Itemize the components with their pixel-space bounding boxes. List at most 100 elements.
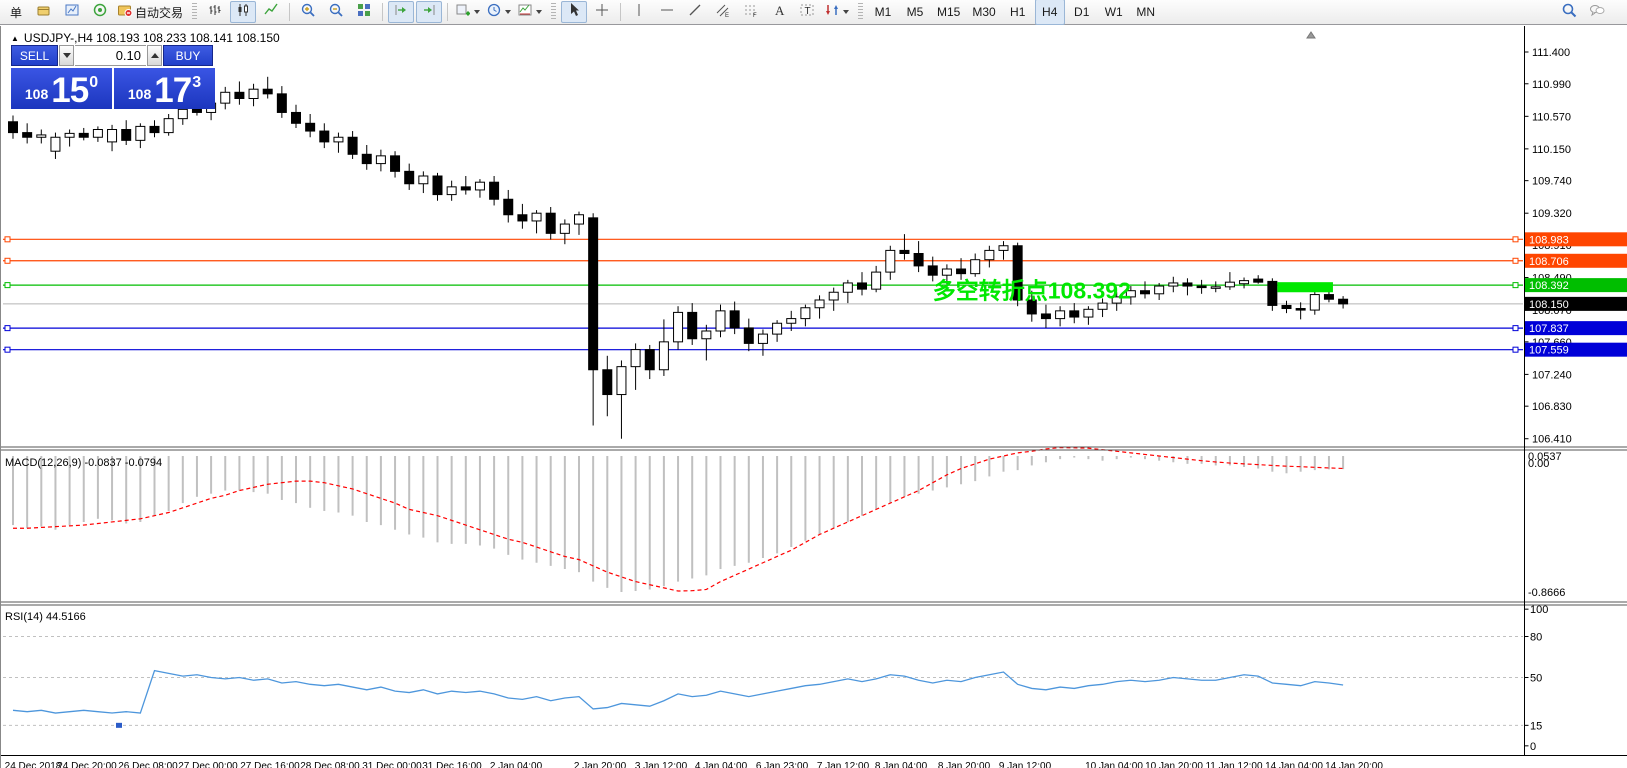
- line-handle[interactable]: [1513, 258, 1518, 263]
- line-handle[interactable]: [1513, 326, 1518, 331]
- line-handle[interactable]: [5, 326, 10, 331]
- toolbar-grip[interactable]: [551, 3, 556, 21]
- volume-increase-button[interactable]: [147, 45, 162, 66]
- volume-decrease-button[interactable]: [59, 45, 74, 66]
- chevron-down-icon[interactable]: [474, 10, 480, 14]
- time-tick-label: 26 Dec 08:00: [118, 761, 178, 768]
- timeframe-h1[interactable]: H1: [1003, 0, 1033, 25]
- chevron-down-icon[interactable]: [505, 10, 511, 14]
- candle-body: [93, 130, 102, 138]
- auto-scroll-button[interactable]: [388, 1, 414, 23]
- time-axis[interactable]: 24 Dec 201824 Dec 20:0026 Dec 08:0027 De…: [5, 761, 1384, 768]
- chart-canvas[interactable]: 多空转折点108.392MACD(12,26,9) -0.0837 -0.079…: [1, 26, 1627, 768]
- toolbar-grip[interactable]: [858, 3, 863, 21]
- equidistant-channel-button[interactable]: E: [710, 1, 736, 23]
- svg-text:E: E: [725, 13, 729, 18]
- line-handle[interactable]: [5, 347, 10, 352]
- timeframe-m15-label: M15: [937, 5, 960, 19]
- timeframe-mn[interactable]: MN: [1131, 0, 1161, 25]
- text-button[interactable]: A: [766, 1, 792, 23]
- chevron-down-icon[interactable]: [843, 10, 849, 14]
- chevron-down-icon[interactable]: [536, 10, 542, 14]
- candle-body: [108, 130, 117, 142]
- buy-button[interactable]: BUY: [163, 45, 213, 66]
- crosshair-button[interactable]: [589, 1, 615, 23]
- buy-price-box[interactable]: 108173: [114, 68, 215, 109]
- price-axis[interactable]: 111.400110.990110.570110.150109.740109.3…: [1525, 26, 1572, 756]
- chart-shift-button[interactable]: [416, 1, 442, 23]
- candle-body: [348, 137, 357, 154]
- rsi-level-handle[interactable]: [116, 723, 122, 728]
- bar-chart-button[interactable]: [202, 1, 228, 23]
- candle-body: [787, 319, 796, 324]
- price-tick-label: 106.410: [1532, 434, 1572, 446]
- sell-button[interactable]: SELL: [11, 45, 58, 66]
- turning-point-annotation[interactable]: 多空转折点108.392: [933, 277, 1131, 303]
- macd-scale-zero: 0.00: [1528, 458, 1549, 470]
- one-click-collapse-icon[interactable]: ▲: [11, 34, 19, 43]
- timeframe-m5[interactable]: M5: [900, 0, 930, 25]
- autotrading-button[interactable]: 自动交易: [115, 1, 185, 23]
- clock-icon: [486, 2, 502, 23]
- timeframe-h4[interactable]: H4: [1035, 0, 1065, 25]
- cursor-button[interactable]: [561, 1, 587, 23]
- candle-body: [971, 260, 980, 274]
- highlight-rectangle[interactable]: [1277, 282, 1333, 292]
- text-label-button[interactable]: T: [794, 1, 820, 23]
- candle-body: [985, 250, 994, 259]
- volume-input[interactable]: [75, 45, 146, 66]
- annotations-layer[interactable]: 多空转折点108.392: [933, 32, 1333, 303]
- candle-body: [575, 215, 584, 224]
- price-tick-label: 109.740: [1532, 176, 1572, 188]
- chart-window-button[interactable]: [59, 1, 85, 23]
- timeframe-w1[interactable]: W1: [1099, 0, 1129, 25]
- horizontal-line-button[interactable]: [654, 1, 680, 23]
- candle-body: [801, 308, 810, 319]
- periods-button[interactable]: [484, 1, 513, 23]
- toolbar-grip[interactable]: [192, 3, 197, 21]
- timeframe-mn-label: MN: [1136, 5, 1155, 19]
- timeframe-m15[interactable]: M15: [932, 0, 965, 25]
- rsi-tick-label: 50: [1530, 673, 1542, 685]
- zoom-out-button[interactable]: [323, 1, 349, 23]
- candle-body: [999, 246, 1008, 251]
- triangle-down-icon: [63, 53, 71, 58]
- timeframe-m30[interactable]: M30: [967, 0, 1000, 25]
- rsi-panel: RSI(14) 44.5166: [3, 611, 1523, 728]
- panel-separators[interactable]: [1, 447, 1627, 756]
- fibonacci-button[interactable]: F: [738, 1, 764, 23]
- candlestick-chart-button[interactable]: [230, 1, 256, 23]
- tile-windows-button[interactable]: [351, 1, 377, 23]
- indicators-button[interactable]: [453, 1, 482, 23]
- line-handle[interactable]: [5, 283, 10, 288]
- line-handle[interactable]: [1513, 347, 1518, 352]
- signals-button[interactable]: [87, 1, 113, 23]
- search-button[interactable]: [1556, 1, 1582, 23]
- candle-body: [1268, 281, 1277, 305]
- zoom-in-button[interactable]: [295, 1, 321, 23]
- timeframe-m30-label: M30: [972, 5, 995, 19]
- vertical-line-button[interactable]: [626, 1, 652, 23]
- trendline-button[interactable]: [682, 1, 708, 23]
- timeframe-d1[interactable]: D1: [1067, 0, 1097, 25]
- line-handle[interactable]: [1513, 237, 1518, 242]
- candle-body: [659, 342, 668, 370]
- line-handle[interactable]: [1513, 283, 1518, 288]
- candle-body: [1183, 283, 1192, 286]
- line-handle[interactable]: [5, 258, 10, 263]
- candle-body: [122, 130, 131, 141]
- chat-button[interactable]: [1584, 1, 1610, 23]
- line-handle[interactable]: [5, 237, 10, 242]
- timeframe-m1[interactable]: M1: [868, 0, 898, 25]
- chart-shift-marker[interactable]: [1307, 32, 1315, 38]
- order-book-button[interactable]: [31, 1, 57, 23]
- candle-body: [192, 109, 201, 112]
- new-order-button-partial[interactable]: 单: [3, 1, 29, 23]
- sell-price-box[interactable]: 108150: [11, 68, 112, 109]
- linechart-icon: [263, 2, 279, 23]
- templates-button[interactable]: [515, 1, 544, 23]
- time-tick-label: 8 Jan 20:00: [938, 761, 991, 768]
- arrows-button[interactable]: [822, 1, 851, 23]
- order-icon: [36, 2, 52, 23]
- line-chart-button[interactable]: [258, 1, 284, 23]
